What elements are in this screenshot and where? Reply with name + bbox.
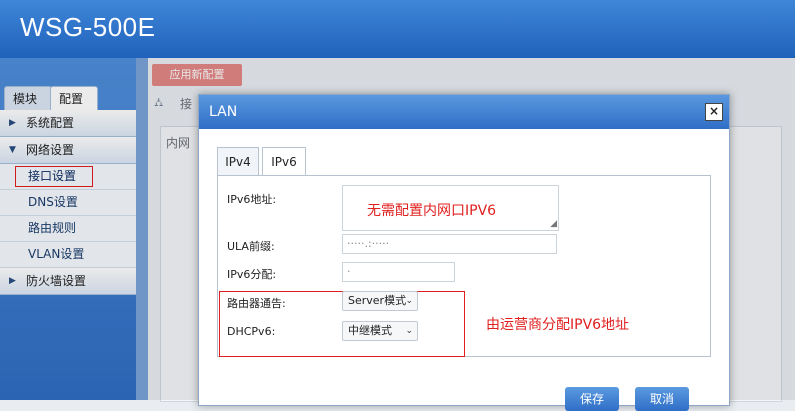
router-adv-select[interactable]: Server模式 ⌄ — [342, 291, 418, 311]
annotation-no-config: 无需配置内网口IPV6 — [367, 203, 497, 219]
dhcpv6-value: 中继模式 — [348, 324, 392, 337]
ipv6-addr-label: IPv6地址: — [227, 193, 277, 206]
router-adv-value: Server模式 — [348, 294, 407, 307]
dhcpv6-label: DHCPv6: — [227, 325, 276, 338]
tab-ipv6[interactable]: IPv6 — [262, 147, 306, 177]
ipv6-alloc-value: · — [347, 265, 351, 278]
dialog-title: LAN — [199, 95, 729, 129]
ula-prefix-input[interactable]: ·····.:····· — [342, 234, 557, 254]
ula-prefix-value: ·····.:····· — [347, 237, 390, 250]
ipv6-alloc-input[interactable]: · — [342, 262, 455, 282]
chevron-down-icon: ⌄ — [405, 296, 413, 306]
chevron-down-icon: ⌄ — [405, 326, 413, 336]
router-adv-label: 路由器通告: — [227, 297, 286, 310]
resize-grip-icon: ◢ — [550, 219, 557, 229]
save-button[interactable]: 保存 — [565, 387, 619, 411]
lan-dialog: LAN × IPv4 IPv6 IPv6地址: ◢ 无需配置内网口IPV6 UL… — [198, 94, 730, 411]
tab-ipv4[interactable]: IPv4 — [217, 147, 259, 176]
ula-prefix-label: ULA前缀: — [227, 240, 275, 253]
annotation-operator: 由运营商分配IPV6地址 — [486, 317, 630, 333]
app-header: WSG-500E — [0, 0, 795, 58]
ipv6-alloc-label: IPv6分配: — [227, 268, 277, 281]
close-icon[interactable]: × — [705, 103, 723, 121]
dhcpv6-select[interactable]: 中继模式 ⌄ — [342, 321, 418, 341]
cancel-button[interactable]: 取消 — [635, 387, 689, 411]
app-title: WSG-500E — [20, 12, 156, 42]
